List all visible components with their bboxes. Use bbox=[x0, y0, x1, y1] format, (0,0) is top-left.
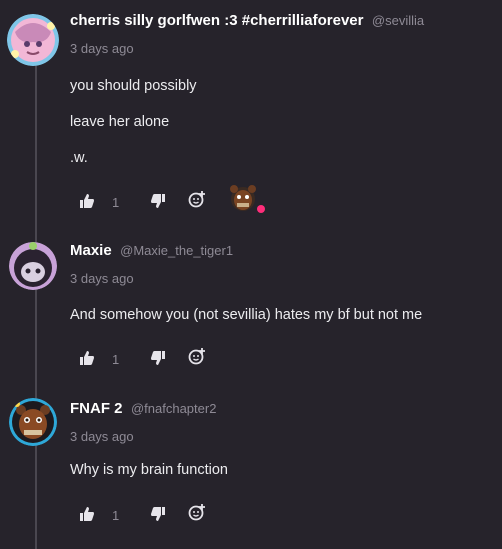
thumbs-up-icon[interactable] bbox=[79, 506, 95, 527]
avatar-maxie[interactable] bbox=[9, 242, 57, 290]
author-handle[interactable]: @Maxie_the_tiger1 bbox=[120, 243, 233, 258]
like-count: 1 bbox=[112, 352, 120, 367]
author-name[interactable]: cherris silly gorlfwen :3 #cherrilliafor… bbox=[70, 12, 363, 29]
like-count: 1 bbox=[112, 195, 120, 210]
author-name[interactable]: FNAF 2 bbox=[70, 400, 123, 417]
timestamp: 3 days ago bbox=[70, 41, 134, 56]
author-name[interactable]: Maxie bbox=[70, 242, 112, 259]
avatar-image bbox=[7, 14, 59, 66]
thumbs-up-icon[interactable] bbox=[79, 350, 95, 371]
avatar-sevillia[interactable] bbox=[7, 14, 59, 66]
thumbs-down-icon[interactable] bbox=[150, 506, 166, 527]
avatar-fnaf2[interactable] bbox=[9, 398, 57, 446]
comment-actions: 1 bbox=[79, 185, 279, 214]
comment-line: And somehow you (not sevillia) hates my … bbox=[70, 307, 423, 323]
freddy-reaction-icon[interactable] bbox=[229, 183, 265, 222]
author-handle[interactable]: @sevillia bbox=[372, 13, 424, 28]
timestamp: 3 days ago bbox=[70, 271, 134, 286]
timestamp: 3 days ago bbox=[70, 429, 134, 444]
thumbs-down-icon[interactable] bbox=[150, 350, 166, 371]
add-reaction-icon[interactable] bbox=[188, 503, 206, 526]
comment-line: Why is my brain function bbox=[70, 462, 228, 478]
add-reaction-icon[interactable] bbox=[188, 347, 206, 370]
comment-actions: 1 bbox=[79, 503, 219, 527]
thumbs-down-icon[interactable] bbox=[150, 193, 166, 214]
comment-actions: 1 bbox=[79, 347, 219, 371]
like-count: 1 bbox=[112, 508, 120, 523]
thread-line bbox=[35, 62, 37, 549]
author-handle[interactable]: @fnafchapter2 bbox=[131, 401, 216, 416]
comment-line: you should possibly bbox=[70, 78, 197, 94]
comment-line: leave her alone bbox=[70, 114, 170, 130]
avatar-image bbox=[9, 398, 57, 446]
add-reaction-icon[interactable] bbox=[188, 190, 206, 213]
comment-line: .w. bbox=[70, 150, 88, 166]
thumbs-up-icon[interactable] bbox=[79, 193, 95, 214]
avatar-image bbox=[9, 242, 57, 290]
